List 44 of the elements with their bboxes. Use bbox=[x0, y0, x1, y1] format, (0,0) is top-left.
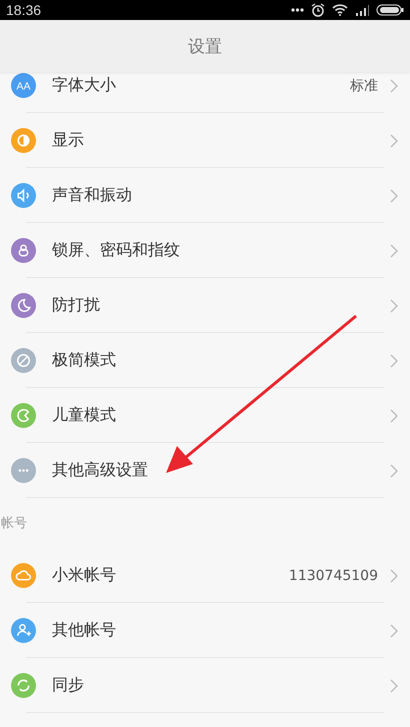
row-label: 显示 bbox=[52, 130, 85, 151]
row-label: 其他帐号 bbox=[52, 620, 117, 641]
row-label: 同步 bbox=[52, 675, 85, 696]
settings-row[interactable]: 锁屏、密码和指纹 bbox=[0, 223, 410, 278]
wifi-icon bbox=[332, 4, 348, 16]
settings-row[interactable]: 其他高级设置 bbox=[0, 443, 410, 498]
signal-icon bbox=[355, 4, 369, 16]
settings-row[interactable]: 防打扰 bbox=[0, 278, 410, 333]
settings-row[interactable]: 同步 bbox=[0, 658, 410, 713]
settings-row[interactable]: 小米帐号 1130745109 bbox=[0, 548, 410, 603]
status-time: 18:36 bbox=[6, 2, 42, 18]
chevron-icon bbox=[390, 624, 398, 638]
chevron-icon bbox=[390, 134, 398, 148]
row-label: 其他高级设置 bbox=[52, 460, 149, 481]
row-label: 声音和振动 bbox=[52, 185, 133, 206]
settings-row[interactable]: 其他帐号 bbox=[0, 603, 410, 658]
chevron-icon bbox=[390, 408, 398, 422]
row-label: 锁屏、密码和指纹 bbox=[52, 240, 181, 261]
chevron-icon bbox=[390, 678, 398, 692]
chevron-icon bbox=[390, 464, 398, 478]
section-title: 帐号 bbox=[1, 515, 27, 532]
row-label: 小米帐号 bbox=[52, 565, 117, 586]
more-dots-icon bbox=[291, 8, 304, 12]
settings-row[interactable]: 极简模式 bbox=[0, 333, 410, 388]
settings-row[interactable]: AA 字体大小 标准 bbox=[0, 72, 410, 113]
chevron-icon bbox=[390, 244, 398, 258]
icon-letters: AA bbox=[16, 82, 30, 93]
row-label: 儿童模式 bbox=[52, 405, 117, 426]
row-label: 防打扰 bbox=[52, 295, 101, 316]
row-value: 标准 bbox=[350, 76, 378, 94]
row-label: 极简模式 bbox=[52, 350, 117, 371]
battery-icon bbox=[376, 4, 404, 16]
settings-row[interactable]: 显示 bbox=[0, 113, 410, 168]
chevron-icon bbox=[390, 78, 398, 92]
chevron-icon bbox=[390, 354, 398, 368]
page-title: 设置 bbox=[188, 36, 222, 58]
row-value: 1130745109 bbox=[288, 568, 378, 584]
chevron-icon bbox=[390, 568, 398, 582]
alarm-icon bbox=[311, 3, 325, 17]
settings-row[interactable]: 声音和振动 bbox=[0, 168, 410, 223]
chevron-icon bbox=[390, 298, 398, 312]
row-label: 字体大小 bbox=[52, 75, 117, 96]
chevron-icon bbox=[390, 188, 398, 202]
settings-row[interactable]: 儿童模式 bbox=[0, 388, 410, 443]
